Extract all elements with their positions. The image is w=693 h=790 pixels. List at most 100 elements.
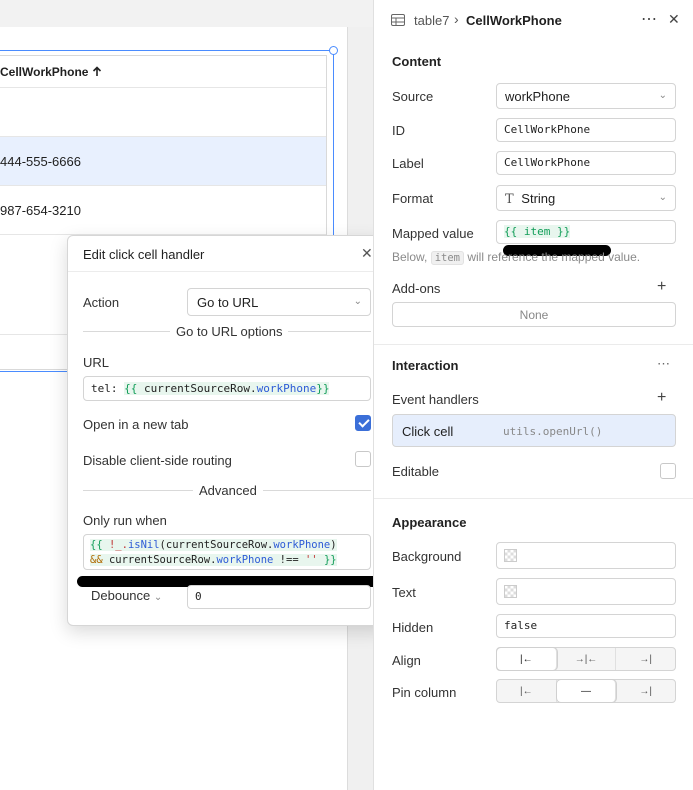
editable-label: Editable <box>392 464 439 479</box>
url-prefix: tel: <box>91 382 125 395</box>
label-label: Label <box>392 156 424 171</box>
action-select-value: Go to URL <box>197 295 259 310</box>
disable-routing-checkbox[interactable] <box>355 451 371 467</box>
mapped-value-label: Mapped value <box>392 226 474 241</box>
source-label: Source <box>392 89 434 104</box>
cond-op: !== <box>273 554 305 566</box>
action-select[interactable]: Go to URL ⌄ <box>187 288 371 316</box>
align-center-icon[interactable]: →|← <box>557 648 617 670</box>
separator <box>374 498 693 499</box>
add-event-handler-icon[interactable]: + <box>657 389 666 407</box>
align-segmented-control: |← →|← →| <box>496 647 676 671</box>
url-label: URL <box>83 355 110 370</box>
url-input[interactable]: tel: {{ currentSourceRow.workPhone}} <box>83 376 371 401</box>
url-object: currentSourceRow <box>144 382 250 395</box>
pin-right-icon[interactable]: →| <box>616 680 675 702</box>
format-value: String <box>521 191 556 206</box>
align-right-icon[interactable]: →| <box>616 648 675 670</box>
open-new-tab-label: Open in a new tab <box>83 417 189 432</box>
handler-code: utils.openUrl() <box>503 425 603 438</box>
cond-fn: isNil <box>127 539 160 551</box>
cond-close: ) <box>330 539 337 551</box>
only-run-when-label: Only run when <box>83 513 167 528</box>
id-input[interactable]: CellWorkPhone <box>496 118 676 142</box>
cond-paren: ( <box>159 539 166 551</box>
addons-value: None <box>519 308 549 322</box>
event-handler-item[interactable]: Click cell utils.openUrl() <box>392 414 676 447</box>
help-code: item <box>430 251 464 265</box>
addons-label: Add-ons <box>392 281 441 296</box>
hidden-input[interactable]: false <box>496 614 676 638</box>
template-open: {{ <box>124 382 144 395</box>
content-section-title: Content <box>392 54 442 69</box>
handler-name: Click cell <box>402 424 454 439</box>
cond-str: '' <box>304 554 318 566</box>
more-options-icon[interactable]: ⋯ <box>657 356 670 372</box>
debounce-dropdown[interactable]: Debounce ⌄ <box>91 588 162 603</box>
text-color-label: Text <box>392 585 416 600</box>
text-type-icon: T <box>505 192 514 207</box>
inspector-header: table7 › CellWorkPhone ⋯ ✕ <box>374 0 693 40</box>
editable-checkbox[interactable] <box>660 463 676 479</box>
source-value: workPhone <box>505 89 571 104</box>
color-swatch-icon <box>504 549 517 562</box>
close-icon[interactable]: ✕ <box>361 245 373 262</box>
id-label: ID <box>392 123 405 138</box>
edit-click-cell-handler-modal: Edit click cell handler ✕ Action Go to U… <box>67 235 387 626</box>
pin-none-icon[interactable]: — <box>556 680 617 702</box>
cond-prop: workPhone <box>273 539 331 551</box>
open-new-tab-checkbox[interactable] <box>355 415 371 431</box>
event-handlers-label: Event handlers <box>392 392 479 407</box>
resize-handle[interactable] <box>329 46 338 55</box>
format-select[interactable]: T String ⌄ <box>496 185 676 211</box>
template-close: }} <box>316 382 330 395</box>
modal-title: Edit click cell handler <box>83 247 205 262</box>
background-color-input[interactable] <box>496 542 676 569</box>
chevron-down-icon: ⌄ <box>153 592 163 603</box>
id-value: CellWorkPhone <box>504 123 591 136</box>
chevron-down-icon: ⌄ <box>658 192 667 203</box>
hidden-label: Hidden <box>392 620 434 635</box>
more-options-icon[interactable]: ⋯ <box>641 9 657 29</box>
url-options-title: Go to URL options <box>170 324 289 339</box>
label-value: CellWorkPhone <box>504 156 591 169</box>
debounce-label: Debounce <box>91 588 151 603</box>
add-addon-icon[interactable]: + <box>657 278 666 296</box>
chevron-down-icon: ⌄ <box>353 296 362 307</box>
cond-obj: currentSourceRow <box>165 539 268 551</box>
cond-and: && <box>90 554 109 566</box>
cond-not: !_. <box>108 539 128 551</box>
separator <box>374 344 693 345</box>
breadcrumb-current: CellWorkPhone <box>466 13 562 28</box>
addons-list[interactable]: None <box>392 302 676 327</box>
text-color-input[interactable] <box>496 578 676 605</box>
breadcrumb-parent[interactable]: table7 <box>414 13 449 28</box>
source-select[interactable]: workPhone ⌄ <box>496 83 676 109</box>
background-label: Background <box>392 549 462 564</box>
pin-column-segmented-control: |← — →| <box>496 679 676 703</box>
align-left-icon[interactable]: |← <box>497 648 557 670</box>
cond-obj-2: currentSourceRow <box>108 554 211 566</box>
only-run-when-input[interactable]: {{ !_.isNil(currentSourceRow.workPhone) … <box>83 534 371 570</box>
color-swatch-icon <box>504 585 517 598</box>
url-dot: . <box>249 382 257 395</box>
help-suffix: will reference the mapped value. <box>464 250 641 264</box>
modal-header: Edit click cell handler ✕ <box>68 236 386 272</box>
pin-left-icon[interactable]: |← <box>497 680 557 702</box>
advanced-title: Advanced <box>193 483 263 498</box>
pin-column-label: Pin column <box>392 685 457 700</box>
cond-close-2: }} <box>317 554 337 566</box>
mapped-value-input[interactable]: {{ item }} <box>496 220 676 244</box>
action-label: Action <box>83 295 120 310</box>
close-icon[interactable]: ✕ <box>668 11 680 28</box>
inspector-panel: table7 › CellWorkPhone ⋯ ✕ Content Sourc… <box>373 0 693 790</box>
chevron-right-icon: › <box>454 11 459 27</box>
debounce-value: 0 <box>195 590 202 603</box>
url-property: workPhone <box>256 382 317 395</box>
debounce-input[interactable]: 0 <box>187 585 371 609</box>
hidden-value: false <box>504 619 538 632</box>
table-icon <box>391 14 405 26</box>
chevron-down-icon: ⌄ <box>658 90 667 101</box>
label-input[interactable]: CellWorkPhone <box>496 151 676 175</box>
format-label: Format <box>392 191 434 206</box>
